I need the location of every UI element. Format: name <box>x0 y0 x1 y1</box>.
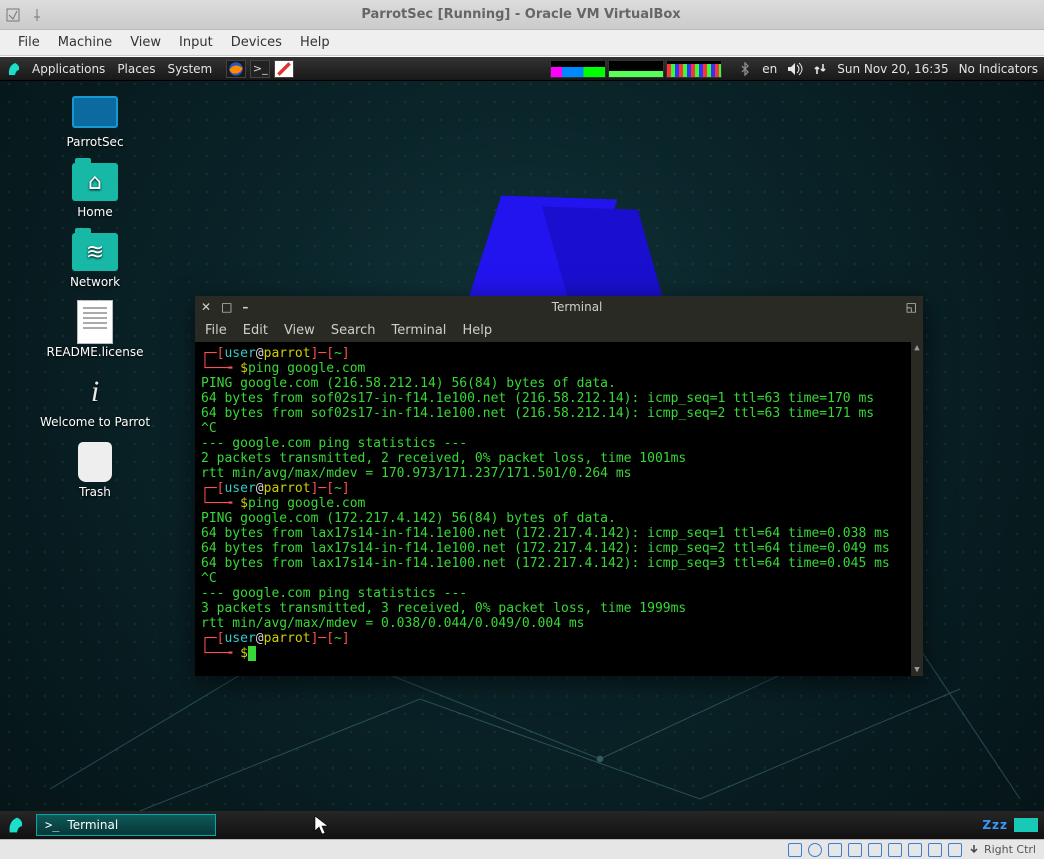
window-menu-icon[interactable] <box>6 8 20 22</box>
restore-icon[interactable]: ◱ <box>906 300 917 314</box>
cursor-icon <box>314 815 330 835</box>
desktop-icons: ParrotSec ⌂ Home ≋ Network README.license i Wel… <box>20 93 170 499</box>
system-tray: en Sun Nov 20, 16:35 No Indicators <box>738 62 1038 76</box>
vbox-net-icon[interactable] <box>828 843 842 857</box>
desktop-icon-readme[interactable]: README.license <box>20 303 170 359</box>
desktop-icon-label: Home <box>77 205 112 219</box>
pin-icon[interactable] <box>30 8 44 22</box>
virtualbox-window: ParrotSec [Running] - Oracle VM VirtualB… <box>0 0 1044 859</box>
terminal-body[interactable]: ┌─[user@parrot]─[~] └──╼ $ping google.co… <box>195 342 923 676</box>
vbox-menubar: File Machine View Input Devices Help <box>0 30 1044 56</box>
keyboard-layout[interactable]: en <box>762 62 777 76</box>
close-icon[interactable]: ✕ <box>201 300 211 314</box>
term-menu-search[interactable]: Search <box>331 323 376 338</box>
terminal-window[interactable]: ✕ □ – Terminal ◱ File Edit View Search T… <box>195 296 923 676</box>
menu-places[interactable]: Places <box>117 62 155 76</box>
vbox-menu-view[interactable]: View <box>130 35 161 50</box>
terminal-scrollbar[interactable]: ▲ ▼ <box>911 342 923 676</box>
vbox-menu-input[interactable]: Input <box>179 35 213 50</box>
vbox-mouse-icon[interactable] <box>948 843 962 857</box>
vbox-hostkey[interactable]: Right Ctrl <box>968 843 1036 856</box>
guest-desktop[interactable]: Applications Places System >_ en <box>0 56 1044 839</box>
scroll-down-icon[interactable]: ▼ <box>911 664 923 676</box>
scroll-up-icon[interactable]: ▲ <box>911 342 923 354</box>
volume-icon[interactable] <box>787 62 803 76</box>
vbox-menu-help[interactable]: Help <box>300 35 330 50</box>
terminal-launcher-icon[interactable]: >_ <box>250 60 270 78</box>
vbox-display-icon[interactable] <box>888 843 902 857</box>
parrotsec-icon <box>72 93 118 131</box>
trash-icon <box>72 443 118 481</box>
menu-applications[interactable]: Applications <box>32 62 105 76</box>
term-menu-terminal[interactable]: Terminal <box>391 323 446 338</box>
bluetooth-icon[interactable] <box>738 62 752 76</box>
vbox-hdd-icon[interactable] <box>788 843 802 857</box>
terminal-output[interactable]: ┌─[user@parrot]─[~] └──╼ $ping google.co… <box>201 346 917 661</box>
system-monitor-applet[interactable] <box>550 60 722 78</box>
maximize-icon[interactable]: □ <box>221 300 232 314</box>
firefox-launcher-icon[interactable] <box>226 60 246 78</box>
network-icon: ≋ <box>72 233 118 271</box>
desktop-icon-trash[interactable]: Trash <box>20 443 170 499</box>
terminal-menubar: File Edit View Search Terminal Help <box>195 318 923 342</box>
desktop-icon-home[interactable]: ⌂ Home <box>20 163 170 219</box>
terminal-title: Terminal <box>258 300 895 314</box>
vbox-record-icon[interactable] <box>908 843 922 857</box>
vbox-usb-icon[interactable] <box>848 843 862 857</box>
vbox-statusbar: Right Ctrl <box>0 839 1044 859</box>
clock[interactable]: Sun Nov 20, 16:35 <box>837 62 948 76</box>
sleep-indicator[interactable]: Zzz <box>982 818 1008 832</box>
desktop-icon-welcome[interactable]: i Welcome to Parrot <box>20 373 170 429</box>
network-icon[interactable] <box>813 62 827 76</box>
panel-menus: Applications Places System <box>32 62 212 76</box>
top-panel: Applications Places System >_ en <box>0 57 1044 81</box>
vbox-titlebar[interactable]: ParrotSec [Running] - Oracle VM VirtualB… <box>0 0 1044 30</box>
desktop-icon-label: ParrotSec <box>66 135 123 149</box>
editor-launcher-icon[interactable] <box>274 60 294 78</box>
desktop-icon-label: Welcome to Parrot <box>40 415 150 429</box>
term-menu-edit[interactable]: Edit <box>243 323 268 338</box>
desktop-icon-label: Trash <box>79 485 111 499</box>
vbox-cd-icon[interactable] <box>808 843 822 857</box>
vbox-menu-machine[interactable]: Machine <box>58 35 112 50</box>
vbox-shared-icon[interactable] <box>868 843 882 857</box>
quick-launch: >_ <box>226 60 294 78</box>
battery-icon[interactable] <box>1014 818 1038 832</box>
vbox-hostkey-label: Right Ctrl <box>984 843 1036 856</box>
show-desktop-icon[interactable] <box>6 814 28 836</box>
vbox-title: ParrotSec [Running] - Oracle VM VirtualB… <box>44 7 998 22</box>
indicators-label[interactable]: No Indicators <box>959 62 1038 76</box>
minimize-icon[interactable]: – <box>242 300 248 314</box>
taskbar-item-label: Terminal <box>67 818 118 832</box>
vbox-menu-file[interactable]: File <box>18 35 40 50</box>
bottom-panel: >_ Terminal Zzz <box>0 811 1044 839</box>
terminal-titlebar[interactable]: ✕ □ – Terminal ◱ <box>195 296 923 318</box>
desktop-icon-parrotsec[interactable]: ParrotSec <box>20 93 170 149</box>
menu-system[interactable]: System <box>167 62 212 76</box>
vbox-audio-icon[interactable] <box>928 843 942 857</box>
terminal-task-icon: >_ <box>45 818 59 832</box>
taskbar-item-terminal[interactable]: >_ Terminal <box>36 814 216 836</box>
vbox-menu-devices[interactable]: Devices <box>231 35 282 50</box>
desktop-icon-label: README.license <box>46 345 143 359</box>
home-icon: ⌂ <box>72 163 118 201</box>
term-menu-file[interactable]: File <box>205 323 227 338</box>
desktop-icon-network[interactable]: ≋ Network <box>20 233 170 289</box>
desktop-icon-label: Network <box>70 275 120 289</box>
term-menu-help[interactable]: Help <box>462 323 492 338</box>
term-menu-view[interactable]: View <box>284 323 315 338</box>
welcome-icon: i <box>72 373 118 411</box>
parrot-logo-icon[interactable] <box>6 60 24 78</box>
readme-icon <box>72 303 118 341</box>
